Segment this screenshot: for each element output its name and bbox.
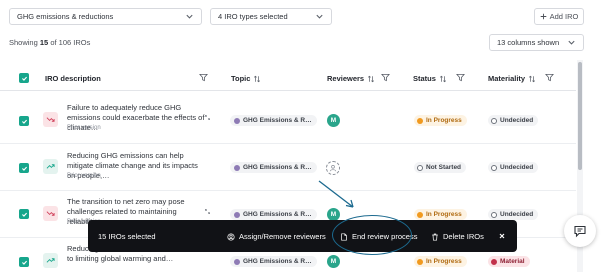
status-badge: In Progress — [414, 209, 467, 220]
topic-badge: GHG Emissions & R… — [230, 209, 317, 220]
filter-icon[interactable] — [456, 73, 465, 82]
add-iro-button[interactable]: Add IRO — [534, 8, 584, 25]
materiality-badge: Material — [488, 256, 530, 267]
materiality-badge: Undecided — [488, 115, 539, 126]
materiality-badge: Undecided — [488, 162, 539, 173]
trend-up-icon — [43, 253, 58, 268]
topic-filter-select[interactable]: GHG emissions & reductions — [9, 8, 202, 25]
sort-icon — [439, 75, 446, 82]
row-checkbox[interactable] — [19, 116, 29, 126]
check-icon — [21, 76, 27, 81]
expand-icon[interactable] — [204, 208, 211, 215]
prior-version-link[interactable]: Prior version — [67, 125, 101, 131]
columns-shown-value: 13 columns shown — [497, 38, 560, 47]
table-header: IRO description Topic Reviewers Status M… — [0, 66, 576, 91]
avatar[interactable]: M — [327, 255, 340, 268]
delete-iros-button[interactable]: Delete IROs — [431, 232, 484, 241]
annotation-arrow — [318, 180, 354, 208]
check-icon — [21, 212, 27, 217]
trash-icon — [432, 233, 438, 241]
topic-filter-value: GHG emissions & reductions — [17, 12, 114, 21]
trend-down-icon — [43, 206, 58, 221]
add-reviewer-icon[interactable] — [326, 161, 340, 175]
close-icon[interactable] — [497, 231, 507, 241]
add-iro-label: Add IRO — [549, 12, 579, 21]
filter-icon[interactable] — [545, 73, 554, 82]
header-topic[interactable]: Topic — [231, 74, 261, 83]
filter-icon[interactable] — [199, 73, 208, 82]
sort-icon — [368, 75, 375, 82]
row-checkbox[interactable] — [19, 163, 29, 173]
materiality-badge: Undecided — [488, 209, 539, 220]
status-badge: Not Started — [414, 162, 467, 173]
iro-type-filter-value: 4 IRO types selected — [218, 12, 288, 21]
showing-count-text: Showing 15 of 106 IROs — [9, 38, 91, 47]
table-row[interactable]: Reducing GHG emissions can help mitigate… — [0, 144, 576, 191]
selected-count: 15 IROs selected — [98, 232, 156, 241]
trend-down-icon — [43, 112, 58, 127]
iro-type-filter-select[interactable]: 4 IRO types selected — [210, 8, 332, 25]
row-checkbox[interactable] — [19, 257, 29, 267]
highlight-circle — [332, 215, 412, 255]
filter-icon[interactable] — [381, 73, 390, 82]
status-badge: In Progress — [414, 256, 467, 267]
check-icon — [21, 260, 27, 265]
topic-badge: GHG Emissions & R… — [230, 162, 317, 173]
bulk-action-bar: 15 IROs selected Assign/Remove reviewers… — [88, 220, 517, 252]
assign-reviewers-button[interactable]: Assign/Remove reviewers — [227, 232, 326, 241]
plus-icon — [540, 13, 546, 20]
header-reviewers[interactable]: Reviewers — [327, 74, 375, 83]
chevron-down-icon — [316, 14, 323, 19]
row-checkbox[interactable] — [19, 209, 29, 219]
chevron-down-icon — [186, 14, 193, 19]
columns-shown-select[interactable]: 13 columns shown — [489, 34, 584, 51]
check-icon — [21, 166, 27, 171]
check-icon — [21, 119, 27, 124]
sort-icon — [254, 75, 261, 82]
header-materiality[interactable]: Materiality — [488, 74, 536, 83]
status-badge: In Progress — [414, 115, 467, 126]
topic-badge: GHG Emissions & R… — [230, 115, 317, 126]
topic-badge: GHG Emissions & R… — [230, 256, 317, 267]
chevron-down-icon — [568, 40, 575, 45]
prior-version-link[interactable]: Prior version — [67, 173, 101, 179]
avatar[interactable]: M — [327, 114, 340, 127]
sort-icon — [529, 75, 536, 82]
user-icon — [227, 232, 235, 241]
chat-button[interactable] — [564, 215, 596, 247]
select-all-checkbox[interactable] — [19, 73, 29, 83]
chat-icon — [574, 225, 586, 238]
header-iro-description: IRO description — [45, 74, 101, 83]
header-status[interactable]: Status — [413, 74, 447, 83]
trend-up-icon — [43, 159, 58, 174]
scrollbar-thumb[interactable] — [578, 62, 582, 170]
expand-icon[interactable] — [204, 114, 211, 121]
table-row[interactable]: Failure to adequately reduce GHG emissio… — [0, 97, 576, 144]
